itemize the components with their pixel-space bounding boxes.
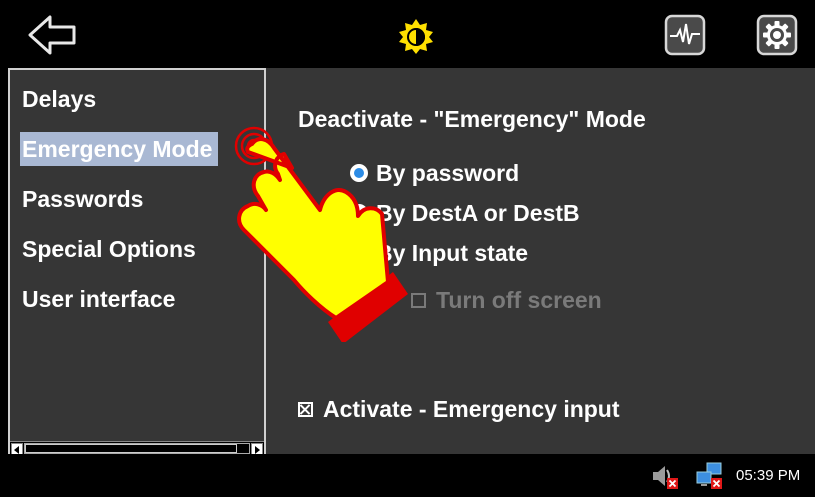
network-disconnected-icon	[696, 462, 722, 489]
activate-emergency-input-checkbox[interactable]: Activate - Emergency input	[298, 394, 620, 424]
menu-item-passwords[interactable]: Passwords	[10, 182, 264, 232]
radio-button[interactable]	[350, 204, 368, 222]
menu-item-label: Passwords	[22, 186, 144, 212]
gear-icon	[756, 14, 798, 56]
back-button[interactable]	[28, 14, 78, 56]
brightness-button[interactable]	[395, 18, 437, 54]
radio-by-input-state[interactable]: By Input state	[350, 238, 528, 268]
volume-tray-button[interactable]	[651, 464, 681, 490]
radio-label: By DestA or DestB	[376, 199, 580, 226]
turn-off-screen-checkbox[interactable]: Turn off screen	[411, 285, 602, 315]
settings-button[interactable]	[756, 14, 798, 56]
left-arrow-icon	[28, 15, 76, 55]
menu-item-delays[interactable]: Delays	[10, 82, 264, 132]
taskbar-clock[interactable]: 05:39 PM	[736, 467, 800, 484]
radio-by-password[interactable]: By password	[350, 158, 519, 188]
top-bar	[0, 0, 815, 66]
menu-item-label: Delays	[22, 86, 97, 112]
pulse-monitor-icon	[664, 14, 706, 56]
radio-button[interactable]	[350, 244, 368, 262]
scroll-track[interactable]	[24, 443, 250, 454]
section-title: Deactivate - "Emergency" Mode	[298, 106, 646, 132]
volume-muted-icon	[653, 466, 678, 489]
menu-item-label: Special Options	[22, 236, 196, 262]
radio-label: By Input state	[376, 239, 529, 266]
settings-menu: Delays Emergency Mode Passwords Special …	[10, 82, 264, 332]
emergency-mode-settings: Deactivate - "Emergency" Mode By passwor…	[266, 68, 815, 454]
checkbox-label: Activate - Emergency input	[323, 395, 620, 422]
radio-by-desta-or-destb[interactable]: By DestA or DestB	[350, 198, 580, 228]
radio-button-checked[interactable]	[350, 164, 368, 182]
brightness-icon	[399, 19, 433, 54]
menu-item-label: User interface	[22, 286, 176, 312]
checkbox-box[interactable]	[411, 292, 426, 308]
network-tray-button[interactable]	[695, 462, 725, 490]
scroll-thumb[interactable]	[25, 444, 237, 453]
checkbox-label: Turn off screen	[436, 286, 602, 313]
menu-item-emergency-mode[interactable]: Emergency Mode	[10, 132, 264, 182]
menu-item-user-interface[interactable]: User interface	[10, 282, 264, 332]
settings-menu-panel: Delays Emergency Mode Passwords Special …	[8, 68, 266, 456]
radio-label: By password	[376, 159, 520, 186]
checkbox-box-checked[interactable]	[298, 401, 313, 417]
menu-item-special-options[interactable]: Special Options	[10, 232, 264, 282]
monitor-button[interactable]	[664, 14, 706, 56]
menu-item-label: Emergency Mode	[20, 132, 219, 166]
taskbar: 05:39 PM	[0, 454, 815, 497]
